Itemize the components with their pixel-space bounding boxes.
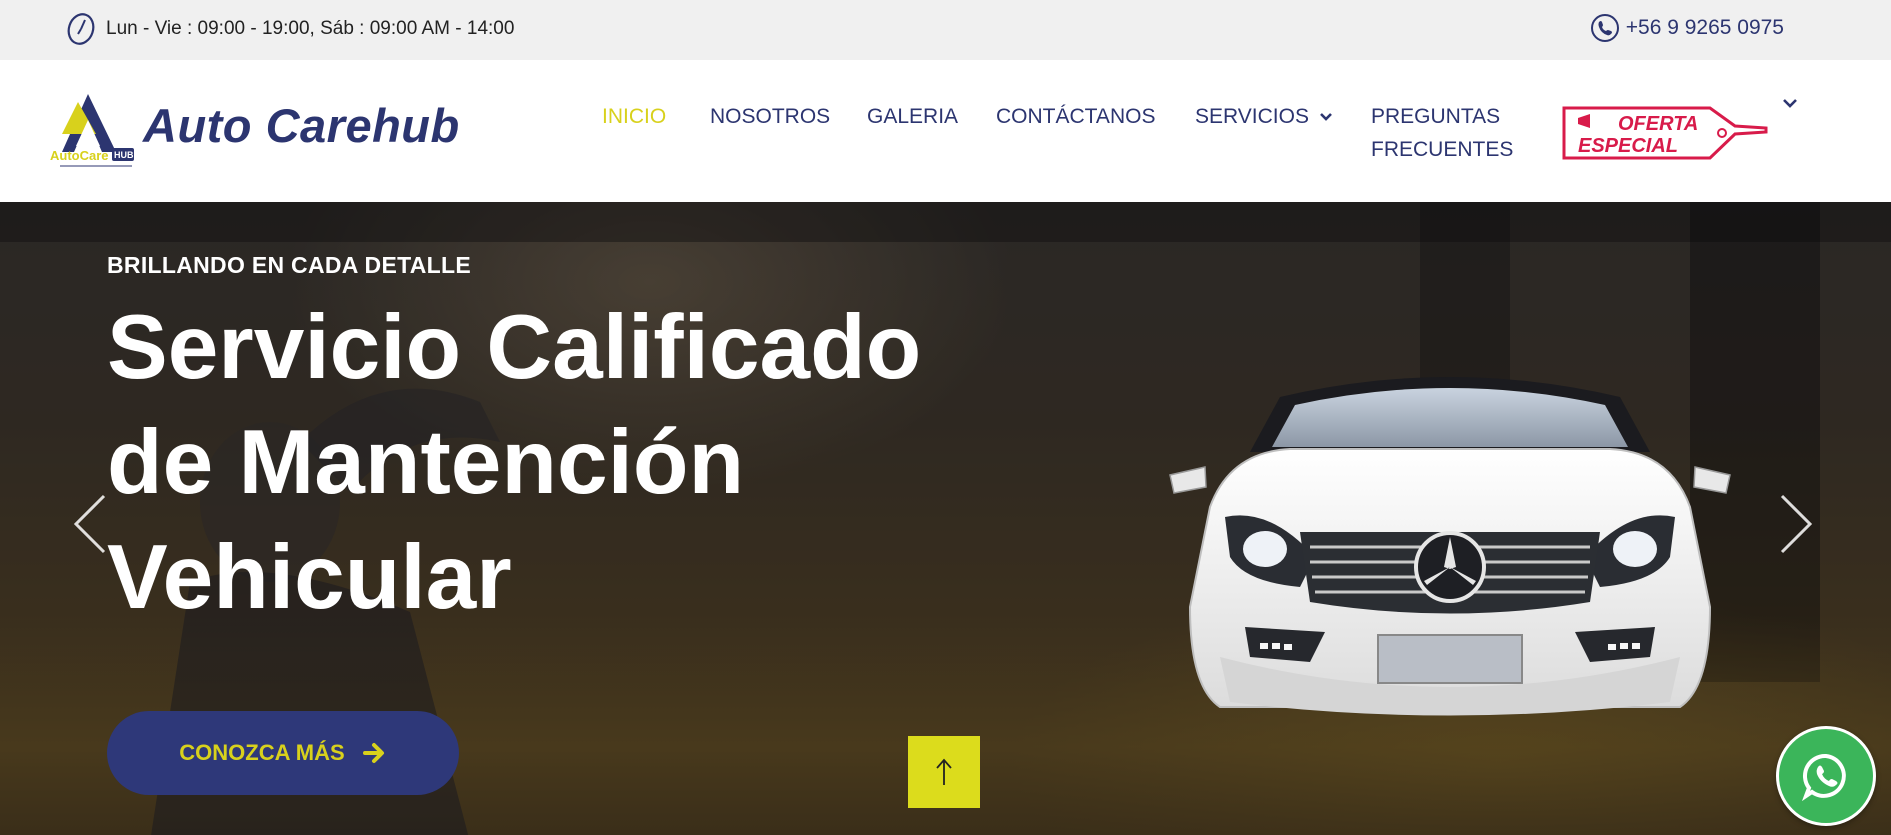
phone-number[interactable]: +56 9 9265 0975 <box>1626 16 1784 40</box>
chevron-down-icon[interactable] <box>1782 98 1798 110</box>
offer-line2: ESPECIAL <box>1578 135 1678 157</box>
main-header: AutoCare HUB Auto Carehub INICIO NOSOTRO… <box>0 60 1891 202</box>
phone-icon <box>1590 13 1620 43</box>
nav-item-preguntas-frecuentes[interactable]: PREGUNTAS FRECUENTES <box>1371 100 1513 166</box>
business-hours-text: Lun - Vie : 09:00 - 19:00, Sáb : 09:00 A… <box>106 18 515 39</box>
hero-slider: BRILLANDO EN CADA DETALLE Servicio Calif… <box>0 202 1891 835</box>
scroll-to-top-button[interactable] <box>908 736 980 808</box>
whatsapp-icon <box>1800 750 1852 802</box>
nav-item-servicios[interactable]: SERVICIOS <box>1195 100 1333 133</box>
nav-item-galeria[interactable]: GALERIA <box>867 100 958 133</box>
business-hours: Lun - Vie : 09:00 - 19:00, Sáb : 09:00 A… <box>66 12 514 46</box>
hero-eyebrow: BRILLANDO EN CADA DETALLE <box>107 252 471 278</box>
arrow-right-icon <box>362 742 387 764</box>
arrow-up-icon <box>934 757 954 787</box>
whatsapp-chat-button[interactable] <box>1776 726 1876 826</box>
nav-item-nosotros[interactable]: NOSOTROS <box>710 100 830 133</box>
top-info-bar: Lun - Vie : 09:00 - 19:00, Sáb : 09:00 A… <box>0 0 1891 60</box>
hero-headline: Servicio Calificado de Mantención Vehicu… <box>107 297 922 628</box>
learn-more-button[interactable]: CONOZCA MÁS <box>107 711 459 795</box>
special-offer-tag[interactable]: OFERTA ESPECIAL <box>1560 102 1770 164</box>
learn-more-label: CONOZCA MÁS <box>179 740 345 765</box>
chevron-down-icon <box>1319 112 1333 122</box>
slider-prev-arrow[interactable] <box>72 492 108 556</box>
nav-item-inicio[interactable]: INICIO <box>602 100 666 133</box>
nav-item-contactanos[interactable]: CONTÁCTANOS <box>996 100 1155 133</box>
slider-next-arrow[interactable] <box>1778 492 1814 556</box>
clock-icon <box>66 12 96 46</box>
phone-contact[interactable]: +56 9 9265 0975 <box>1590 13 1784 43</box>
nav-item-servicios-label: SERVICIOS <box>1195 105 1309 128</box>
white-convertible-car-image <box>1169 377 1731 716</box>
offer-line1: OFERTA <box>1618 113 1698 135</box>
